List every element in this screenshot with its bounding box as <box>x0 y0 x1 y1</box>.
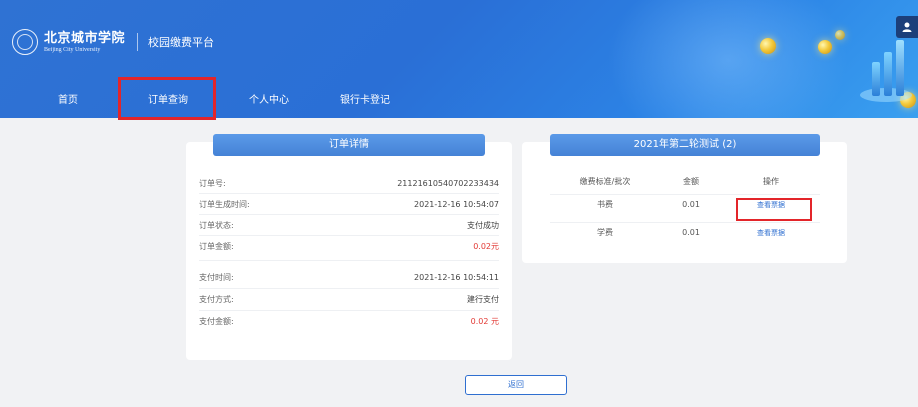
order-number-value: 2112161054070223343​4 <box>397 178 499 188</box>
order-amount-label: 订单金额: <box>199 241 234 251</box>
site-logo[interactable]: 北京城市学院 Beijing City University 校园缴费平台 <box>12 29 214 55</box>
fee-list-title: 2021年第二轮测试 (2) <box>550 134 820 156</box>
column-header-action: 操作 <box>763 176 779 186</box>
order-created-label: 订单生成时间: <box>199 199 250 209</box>
row-divider <box>199 214 499 215</box>
order-created-row: 订单生成时间: 2021-12-16 10:54:07 <box>199 195 499 213</box>
nav-item-bank-card-registration[interactable]: 银行卡登记 <box>330 84 400 118</box>
table-row: 学费 0.01 查看票据 <box>550 222 820 242</box>
column-header-amount: 金额 <box>683 176 699 186</box>
university-name-en: Beijing City University <box>44 46 101 53</box>
fee-name: 学费 <box>597 228 613 237</box>
university-name-cn: 北京城市学院 <box>44 30 126 46</box>
header-banner: 北京城市学院 Beijing City University 校园缴费平台 首页… <box>0 0 918 118</box>
order-created-value: 2021-12-16 10:54:07 <box>414 199 499 209</box>
order-status-label: 订单状态: <box>199 220 234 230</box>
section-divider <box>199 260 499 261</box>
payment-method-row: 支付方式: 建行支付 <box>199 290 499 308</box>
back-button[interactable]: 返回 <box>465 375 567 395</box>
view-receipt-link[interactable]: 查看票据 <box>722 200 820 210</box>
fee-amount: 0.01 <box>682 228 700 237</box>
payment-time-label: 支付时间: <box>199 272 234 282</box>
gold-coin-icon <box>818 40 832 54</box>
order-amount-row: 订单金额: 0.02元 <box>199 237 499 255</box>
payment-method-label: 支付方式: <box>199 294 234 304</box>
nav-item-order-query[interactable]: 订单查询 <box>120 84 216 118</box>
view-receipt-link[interactable]: 查看票据 <box>722 228 820 238</box>
order-detail-title: 订单详情 <box>213 134 485 156</box>
user-menu-button[interactable] <box>896 16 918 38</box>
order-status-row: 订单状态: 支付成功 <box>199 216 499 234</box>
row-divider <box>199 235 499 236</box>
payment-amount-label: 支付金额: <box>199 316 234 326</box>
nav-item-home[interactable]: 首页 <box>50 84 86 118</box>
payment-amount-value: 0.02 元 <box>470 316 499 326</box>
university-seal-icon <box>12 29 38 55</box>
order-number-row: 订单号: 2112161054070223343​4 <box>199 174 499 192</box>
nav-item-personal-center[interactable]: 个人中心 <box>238 84 300 118</box>
order-status-value: 支付成功 <box>467 220 499 230</box>
fee-amount: 0.01 <box>682 200 700 209</box>
user-icon <box>902 22 912 32</box>
table-row: 书费 0.01 查看票据 <box>550 194 820 214</box>
gold-coin-icon <box>760 38 776 54</box>
payment-time-value: 2021-12-16 10:54:11 <box>414 272 499 282</box>
row-divider <box>199 310 499 311</box>
platform-title: 校园缴费平台 <box>148 36 215 49</box>
fee-list-card: 2021年第二轮测试 (2) 缴费标准/批次 金额 操作 书费 0.01 查看票… <box>522 134 847 263</box>
payment-method-value: 建行支付 <box>467 294 499 304</box>
logo-divider <box>137 33 139 51</box>
payment-amount-row: 支付金额: 0.02 元 <box>199 312 499 330</box>
order-number-label: 订单号: <box>199 178 226 188</box>
payment-time-row: 支付时间: 2021-12-16 10:54:11 <box>199 268 499 286</box>
fee-table-header: 缴费标准/批次 金额 操作 <box>550 172 820 190</box>
order-detail-card: 订单详情 订单号: 2112161054070223343​4 订单生成时间: … <box>186 134 512 360</box>
main-nav: 首页 订单查询 个人中心 银行卡登记 <box>0 84 918 118</box>
university-name: 北京城市学院 Beijing City University <box>44 32 125 53</box>
column-header-fee-standard: 缴费标准/批次 <box>579 176 631 186</box>
row-divider <box>199 288 499 289</box>
order-amount-value: 0.02元 <box>473 241 499 251</box>
gold-coin-icon <box>835 30 845 40</box>
row-divider <box>199 193 499 194</box>
fee-name: 书费 <box>597 200 613 209</box>
